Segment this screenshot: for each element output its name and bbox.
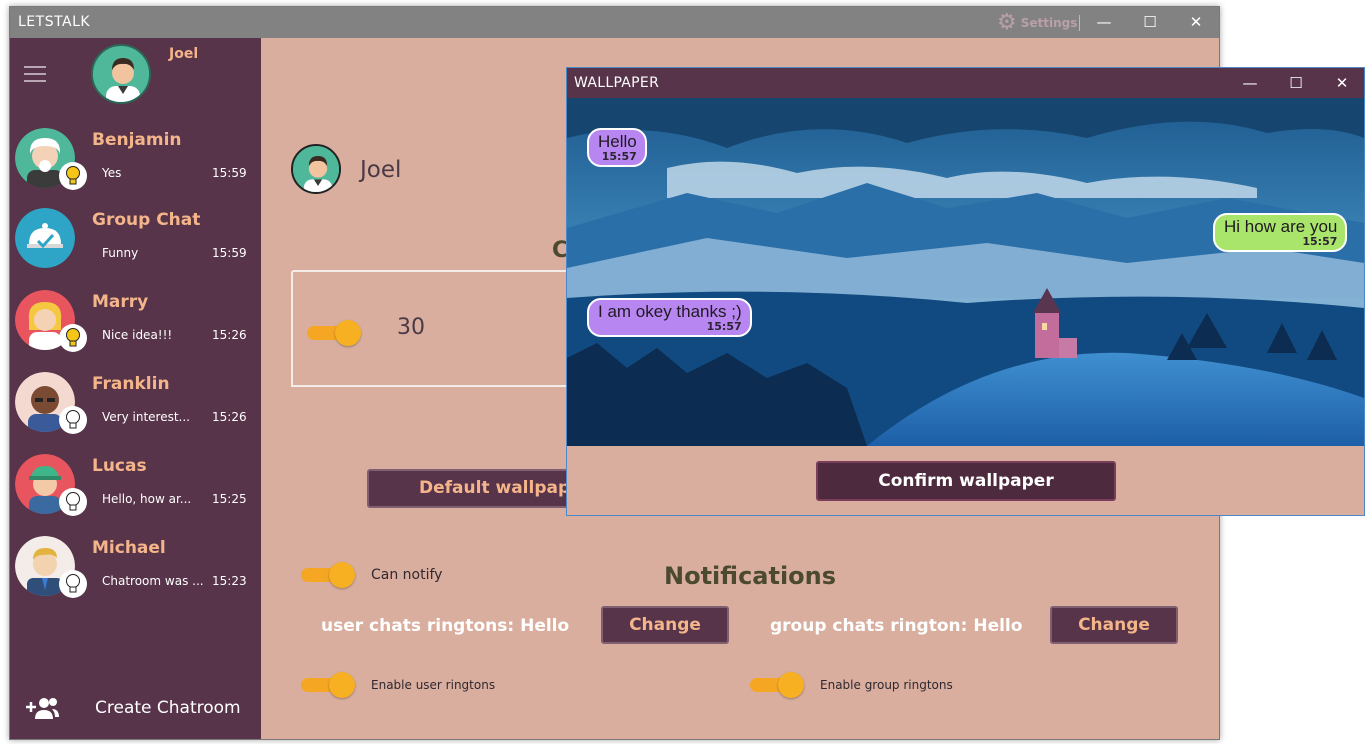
chat-name: Benjamin bbox=[92, 130, 182, 150]
message-bubble: Hi how are you 15:57 bbox=[1213, 213, 1348, 252]
chat-name: Lucas bbox=[92, 456, 147, 476]
chat-time: 15:26 bbox=[212, 410, 247, 424]
change-group-ringtone-button[interactable]: Change bbox=[1050, 606, 1178, 644]
message-bubble: Hello 15:57 bbox=[587, 128, 647, 167]
minimize-button[interactable]: — bbox=[1081, 7, 1127, 38]
wallpaper-title: WALLPAPER bbox=[574, 75, 660, 91]
chat-time: 15:23 bbox=[212, 574, 247, 588]
chat-item-franklin[interactable]: Franklin Very interest... 15:26 bbox=[10, 368, 261, 448]
chat-last-message: Hello, how ar... bbox=[102, 492, 192, 506]
profile-avatar[interactable] bbox=[291, 144, 341, 194]
lightbulb-icon bbox=[59, 162, 87, 190]
create-chatroom-label: Create Chatroom bbox=[95, 698, 241, 718]
chat-time: 15:59 bbox=[212, 246, 247, 260]
lightbulb-icon bbox=[59, 570, 87, 598]
confirm-wallpaper-button[interactable]: Confirm wallpaper bbox=[816, 461, 1116, 501]
chat-name: Marry bbox=[92, 292, 149, 312]
titlebar-separator bbox=[1079, 15, 1080, 31]
size-toggle[interactable] bbox=[307, 320, 363, 346]
can-notify-toggle[interactable] bbox=[301, 562, 357, 588]
gear-icon: ⚙ bbox=[997, 10, 1017, 35]
enable-group-ringtone-toggle[interactable] bbox=[750, 672, 806, 698]
chat-item-benjamin[interactable]: Benjamin Yes 15:59 bbox=[10, 124, 261, 204]
chat-last-message: Very interest... bbox=[102, 410, 190, 424]
maximize-button[interactable]: ☐ bbox=[1127, 7, 1173, 38]
change-user-ringtone-button[interactable]: Change bbox=[601, 606, 729, 644]
chat-item-marry[interactable]: Marry Nice idea!!! 15:26 bbox=[10, 286, 261, 366]
notifications-title: Notifications bbox=[664, 562, 837, 590]
profile-name: Joel bbox=[360, 157, 402, 183]
chat-last-message: Nice idea!!! bbox=[102, 328, 173, 342]
message-time: 15:57 bbox=[601, 150, 637, 163]
settings-button[interactable]: ⚙ Settings bbox=[997, 12, 1077, 34]
chat-item-group-chat[interactable]: Group Chat Funny 15:59 bbox=[10, 204, 261, 284]
wallpaper-minimize-button[interactable]: — bbox=[1227, 68, 1273, 98]
menu-icon[interactable] bbox=[24, 66, 46, 82]
chat-name: Franklin bbox=[92, 374, 170, 394]
current-user-name: Joel bbox=[169, 46, 199, 62]
close-button[interactable]: ✕ bbox=[1173, 7, 1219, 38]
chat-name: Group Chat bbox=[92, 210, 201, 230]
wallpaper-preview-image bbox=[567, 98, 1364, 446]
group-ringtone-label: group chats rington: Hello bbox=[770, 616, 1023, 636]
message-text: Hi how are you bbox=[1224, 217, 1338, 236]
can-notify-label: Can notify bbox=[371, 567, 443, 583]
lightbulb-icon bbox=[59, 406, 87, 434]
enable-user-ringtone-toggle[interactable] bbox=[301, 672, 357, 698]
chat-time: 15:59 bbox=[212, 166, 247, 180]
chat-time: 15:26 bbox=[212, 328, 247, 342]
chat-last-message: Yes bbox=[102, 166, 122, 180]
add-group-icon bbox=[24, 696, 60, 724]
message-bubble: I am okey thanks ;) 15:57 bbox=[587, 298, 752, 337]
chat-last-message: Chatroom was ... bbox=[102, 574, 204, 588]
avatar bbox=[15, 208, 75, 268]
lightbulb-icon bbox=[59, 488, 87, 516]
chat-item-michael[interactable]: Michael Chatroom was ... 15:23 bbox=[10, 532, 261, 612]
enable-group-ringtone-label: Enable group ringtons bbox=[820, 678, 953, 692]
enable-user-ringtone-label: Enable user ringtons bbox=[371, 678, 496, 692]
wallpaper-close-button[interactable]: ✕ bbox=[1319, 68, 1364, 98]
main-titlebar: LETSTALK ⚙ Settings — ☐ ✕ bbox=[10, 7, 1219, 38]
app-title: LETSTALK bbox=[18, 14, 91, 30]
chat-name: Michael bbox=[92, 538, 166, 558]
wallpaper-window: WALLPAPER — ☐ ✕ Hello 15:57 Hi how are y… bbox=[566, 67, 1365, 516]
text-size-value: 30 bbox=[397, 315, 425, 340]
wallpaper-maximize-button[interactable]: ☐ bbox=[1273, 68, 1319, 98]
sidebar: Joel Benjamin Yes 15:59 Group Chat Funny… bbox=[10, 38, 261, 739]
wallpaper-titlebar: WALLPAPER — ☐ ✕ bbox=[567, 68, 1364, 98]
chat-item-lucas[interactable]: Lucas Hello, how ar... 15:25 bbox=[10, 450, 261, 530]
message-text: I am okey thanks ;) bbox=[598, 302, 742, 321]
lightbulb-icon bbox=[59, 324, 87, 352]
message-text: Hello bbox=[598, 132, 637, 151]
create-chatroom-button[interactable]: Create Chatroom bbox=[10, 684, 261, 734]
chat-time: 15:25 bbox=[212, 492, 247, 506]
chat-last-message: Funny bbox=[102, 246, 139, 260]
settings-label: Settings bbox=[1020, 16, 1078, 30]
user-ringtone-label: user chats ringtons: Hello bbox=[321, 616, 570, 636]
avatar[interactable] bbox=[91, 44, 151, 104]
